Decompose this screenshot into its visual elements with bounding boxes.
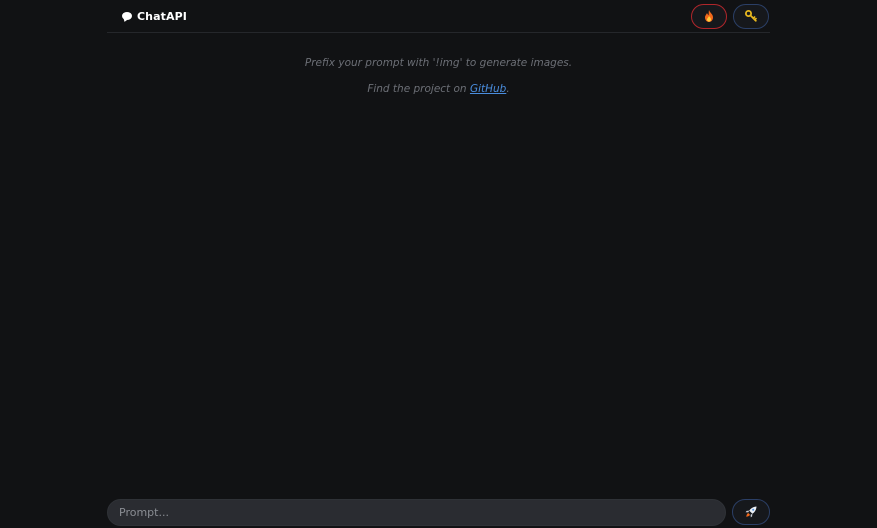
fire-button[interactable] <box>691 3 727 29</box>
key-button[interactable] <box>733 3 769 29</box>
app-title: ChatAPI <box>137 9 187 23</box>
speech-bubble-icon <box>122 12 132 20</box>
github-hint-suffix: . <box>506 83 510 95</box>
github-hint: Find the project on GitHub. <box>0 83 877 95</box>
header-actions <box>691 3 770 29</box>
brand: ChatAPI <box>107 10 187 23</box>
img-prefix-hint: Prefix your prompt with '!img' to genera… <box>304 57 573 69</box>
github-hint-prefix: Find the project on <box>367 83 470 95</box>
send-button[interactable] <box>732 499 770 525</box>
prompt-composer <box>107 499 770 526</box>
rocket-icon <box>745 506 757 518</box>
app-header: ChatAPI <box>107 0 770 33</box>
prompt-input[interactable] <box>107 499 726 526</box>
key-icon <box>745 10 757 22</box>
github-link[interactable]: GitHub <box>470 83 506 95</box>
fire-icon <box>704 10 714 22</box>
